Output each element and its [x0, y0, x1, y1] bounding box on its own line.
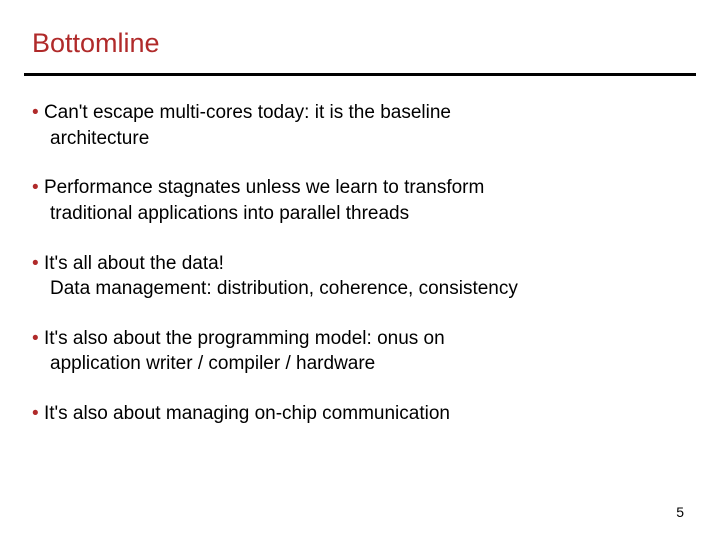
bullet-marker-icon: • [32, 177, 44, 198]
bullet-text-line2: application writer / compiler / hardware [50, 351, 688, 377]
bullet-text-line2: architecture [50, 126, 688, 152]
bullet-text-line1: It's all about the data! [44, 253, 224, 274]
bullet-marker-icon: • [32, 328, 44, 349]
bullet-marker-icon: • [32, 403, 44, 424]
bullet-text-line1: It's also about managing on-chip communi… [44, 403, 450, 424]
bullet-item: • Performance stagnates unless we learn … [32, 175, 688, 226]
bullet-item: • It's all about the data! Data manageme… [32, 251, 688, 302]
bullet-item: • It's also about managing on-chip commu… [32, 401, 688, 427]
bullet-item: • It's also about the programming model:… [32, 326, 688, 377]
slide-content: • Can't escape multi-cores today: it is … [32, 100, 688, 427]
bullet-text-line1: Performance stagnates unless we learn to… [44, 177, 484, 198]
bullet-text-line1: It's also about the programming model: o… [44, 328, 445, 349]
slide: Bottomline • Can't escape multi-cores to… [0, 0, 720, 540]
bullet-text-line1: Can't escape multi-cores today: it is th… [44, 102, 451, 123]
bullet-marker-icon: • [32, 253, 44, 274]
title-divider [24, 73, 696, 76]
page-number: 5 [676, 504, 684, 520]
slide-title: Bottomline [32, 28, 688, 59]
bullet-item: • Can't escape multi-cores today: it is … [32, 100, 688, 151]
bullet-text-line2: traditional applications into parallel t… [50, 201, 688, 227]
bullet-text-line2: Data management: distribution, coherence… [50, 276, 688, 302]
bullet-marker-icon: • [32, 102, 44, 123]
